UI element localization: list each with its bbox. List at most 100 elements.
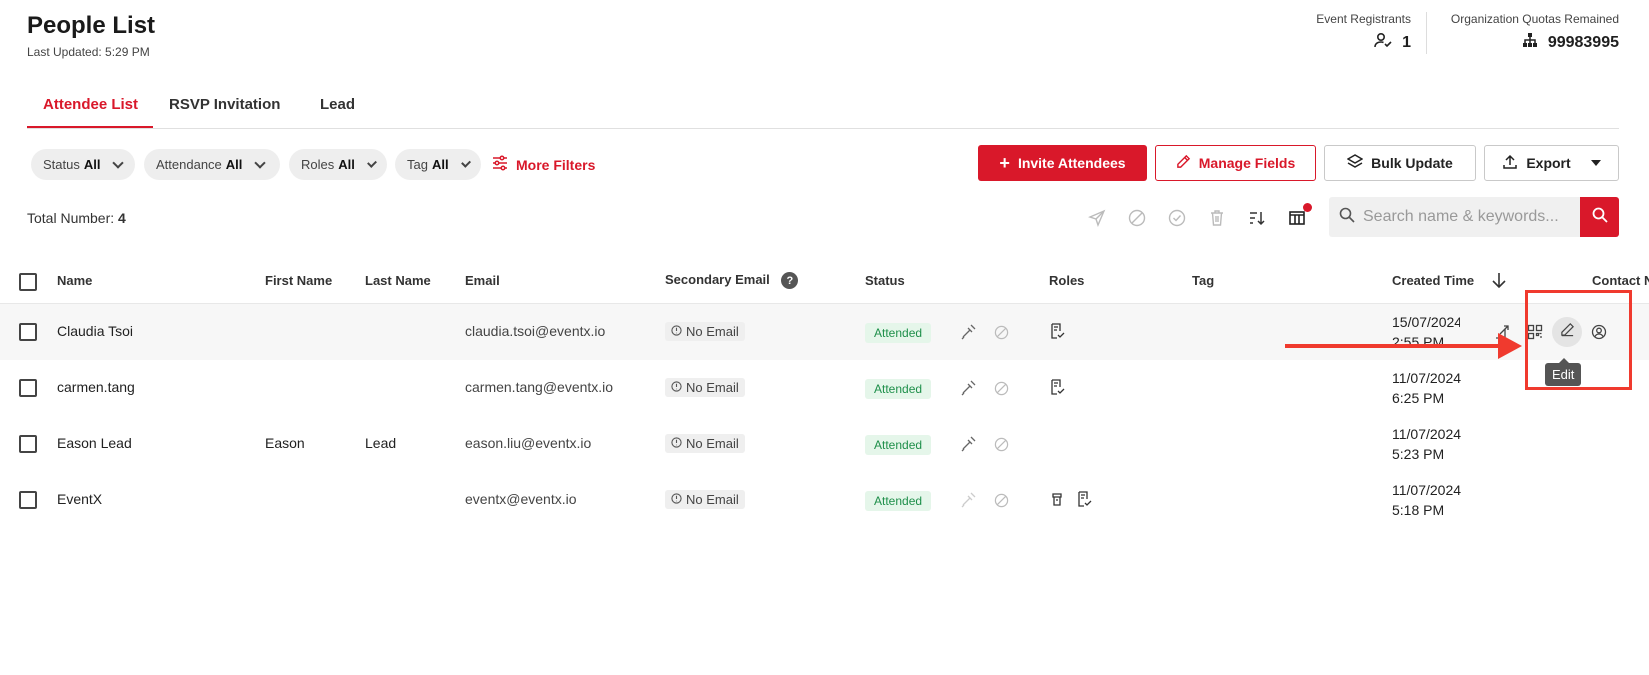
column-header-last-name[interactable]: Last Name: [365, 273, 431, 288]
created-date: 11/07/2024: [1392, 426, 1462, 442]
row-checkbox[interactable]: [19, 379, 37, 397]
block-icon[interactable]: [993, 436, 1009, 452]
info-icon: [671, 324, 682, 339]
chevron-down-icon: [254, 156, 267, 169]
search-icon: [1339, 207, 1355, 228]
cell-name[interactable]: EventX: [57, 491, 102, 507]
trash-icon[interactable]: [1206, 207, 1228, 229]
annotation-arrow-head: [1498, 333, 1522, 359]
filter-status-value: All: [83, 157, 101, 172]
export-button[interactable]: Export: [1484, 145, 1619, 181]
column-header-secondary-email[interactable]: Secondary Email ?: [665, 272, 799, 290]
upload-icon: [1502, 154, 1518, 173]
block-icon[interactable]: [1126, 207, 1148, 229]
column-header-secondary-email-label: Secondary Email: [665, 272, 770, 287]
help-icon[interactable]: ?: [781, 272, 799, 290]
created-date: 11/07/2024: [1392, 482, 1462, 498]
table-row[interactable]: Claudia Tsoi claudia.tsoi@eventx.io No E…: [0, 304, 1649, 360]
column-header-created-time[interactable]: Created Time: [1392, 273, 1474, 288]
active-tab-indicator: [27, 126, 153, 128]
role-attendee-icon: [1049, 323, 1065, 339]
column-header-first-name[interactable]: First Name: [265, 273, 332, 288]
annotation-arrow-line: [1285, 344, 1502, 348]
manage-fields-label: Manage Fields: [1198, 155, 1296, 171]
status-badge: Attended: [865, 491, 932, 511]
cell-email: eventx@eventx.io: [465, 491, 577, 507]
last-updated: Last Updated: 5:29 PM: [27, 45, 150, 59]
send-icon[interactable]: [1086, 207, 1108, 229]
chevron-down-icon: [112, 156, 125, 169]
table-row[interactable]: Eason Lead Eason Lead eason.liu@eventx.i…: [0, 416, 1649, 472]
column-header-roles[interactable]: Roles: [1049, 273, 1084, 288]
manage-fields-button[interactable]: Manage Fields: [1155, 145, 1316, 181]
column-header-email[interactable]: Email: [465, 273, 500, 288]
search-box: [1329, 197, 1580, 237]
org-quotas-value: 99983995: [1547, 33, 1619, 51]
cell-name[interactable]: carmen.tang: [57, 379, 135, 395]
secondary-email-label: No Email: [686, 436, 739, 451]
secondary-email-label: No Email: [686, 492, 739, 507]
highlight-box: [1525, 290, 1632, 390]
column-header-name[interactable]: Name: [57, 273, 92, 288]
check-circle-icon[interactable]: [1166, 207, 1188, 229]
role-attendee-icon: [1049, 379, 1065, 395]
secondary-email-badge: No Email: [665, 434, 745, 453]
select-all-checkbox[interactable]: [19, 273, 37, 291]
invite-attendees-button[interactable]: + Invite Attendees: [978, 145, 1147, 181]
cell-email: eason.liu@eventx.io: [465, 435, 592, 451]
cell-name[interactable]: Claudia Tsoi: [57, 323, 133, 339]
column-header-contact[interactable]: Contact N: [1592, 273, 1649, 288]
filter-attendance-label: Attendance: [156, 157, 222, 172]
row-checkbox[interactable]: [19, 435, 37, 453]
arrow-down-icon[interactable]: [1490, 271, 1508, 294]
chevron-down-icon: [460, 157, 471, 168]
cell-created-time: 11/07/2024 5:18 PM: [1392, 480, 1461, 520]
created-time: 5:23 PM: [1392, 446, 1445, 462]
filter-roles-value: All: [338, 157, 355, 172]
row-checkbox[interactable]: [19, 491, 37, 509]
info-icon: [671, 380, 682, 395]
invite-attendees-label: Invite Attendees: [1017, 155, 1126, 171]
created-date: 15/07/2024: [1392, 314, 1460, 330]
table-row[interactable]: EventX eventx@eventx.io No Email Attende…: [0, 472, 1649, 528]
search-button[interactable]: [1580, 197, 1619, 237]
block-icon[interactable]: [993, 492, 1009, 508]
more-filters-label: More Filters: [516, 156, 596, 173]
filter-roles[interactable]: Roles All: [289, 149, 387, 180]
cell-email: claudia.tsoi@eventx.io: [465, 323, 606, 339]
tab-attendee-list[interactable]: Attendee List: [43, 96, 138, 113]
user-check-icon: [1374, 32, 1392, 53]
event-registrants-label: Event Registrants: [1316, 12, 1411, 26]
column-header-status[interactable]: Status: [865, 273, 905, 288]
search-icon: [1592, 207, 1608, 228]
row-checkbox[interactable]: [19, 323, 37, 341]
badge-print-icon[interactable]: [960, 324, 976, 340]
search-input[interactable]: [1363, 208, 1573, 226]
badge-print-icon[interactable]: [960, 436, 976, 452]
block-icon[interactable]: [993, 380, 1009, 396]
more-filters-button[interactable]: More Filters: [492, 155, 595, 174]
bulk-update-button[interactable]: Bulk Update: [1324, 145, 1476, 181]
role-attendee-icon: [1076, 491, 1092, 507]
created-time: 5:18 PM: [1392, 502, 1445, 518]
secondary-email-badge: No Email: [665, 490, 745, 509]
table-row[interactable]: carmen.tang carmen.tang@eventx.io No Ema…: [0, 360, 1649, 416]
block-icon[interactable]: [993, 324, 1009, 340]
filter-status[interactable]: Status All: [31, 149, 135, 180]
badge-print-icon[interactable]: [960, 492, 976, 508]
filter-tag[interactable]: Tag All: [395, 149, 481, 180]
status-badge: Attended: [865, 323, 932, 343]
tab-rsvp-invitation[interactable]: RSVP Invitation: [169, 96, 280, 113]
org-chart-icon: [1522, 32, 1538, 53]
caret-down-icon: [1590, 160, 1601, 166]
org-quotas-label: Organization Quotas Remained: [1450, 12, 1619, 26]
column-header-tag[interactable]: Tag: [1192, 273, 1214, 288]
filter-attendance[interactable]: Attendance All: [144, 149, 280, 180]
created-time: 2:55 PM: [1392, 334, 1445, 350]
cell-email: carmen.tang@eventx.io: [465, 379, 614, 395]
sort-icon[interactable]: [1246, 207, 1268, 229]
tab-lead[interactable]: Lead: [320, 96, 355, 113]
cell-name[interactable]: Eason Lead: [57, 435, 132, 451]
badge-print-icon[interactable]: [960, 380, 976, 396]
status-badge: Attended: [865, 379, 932, 399]
